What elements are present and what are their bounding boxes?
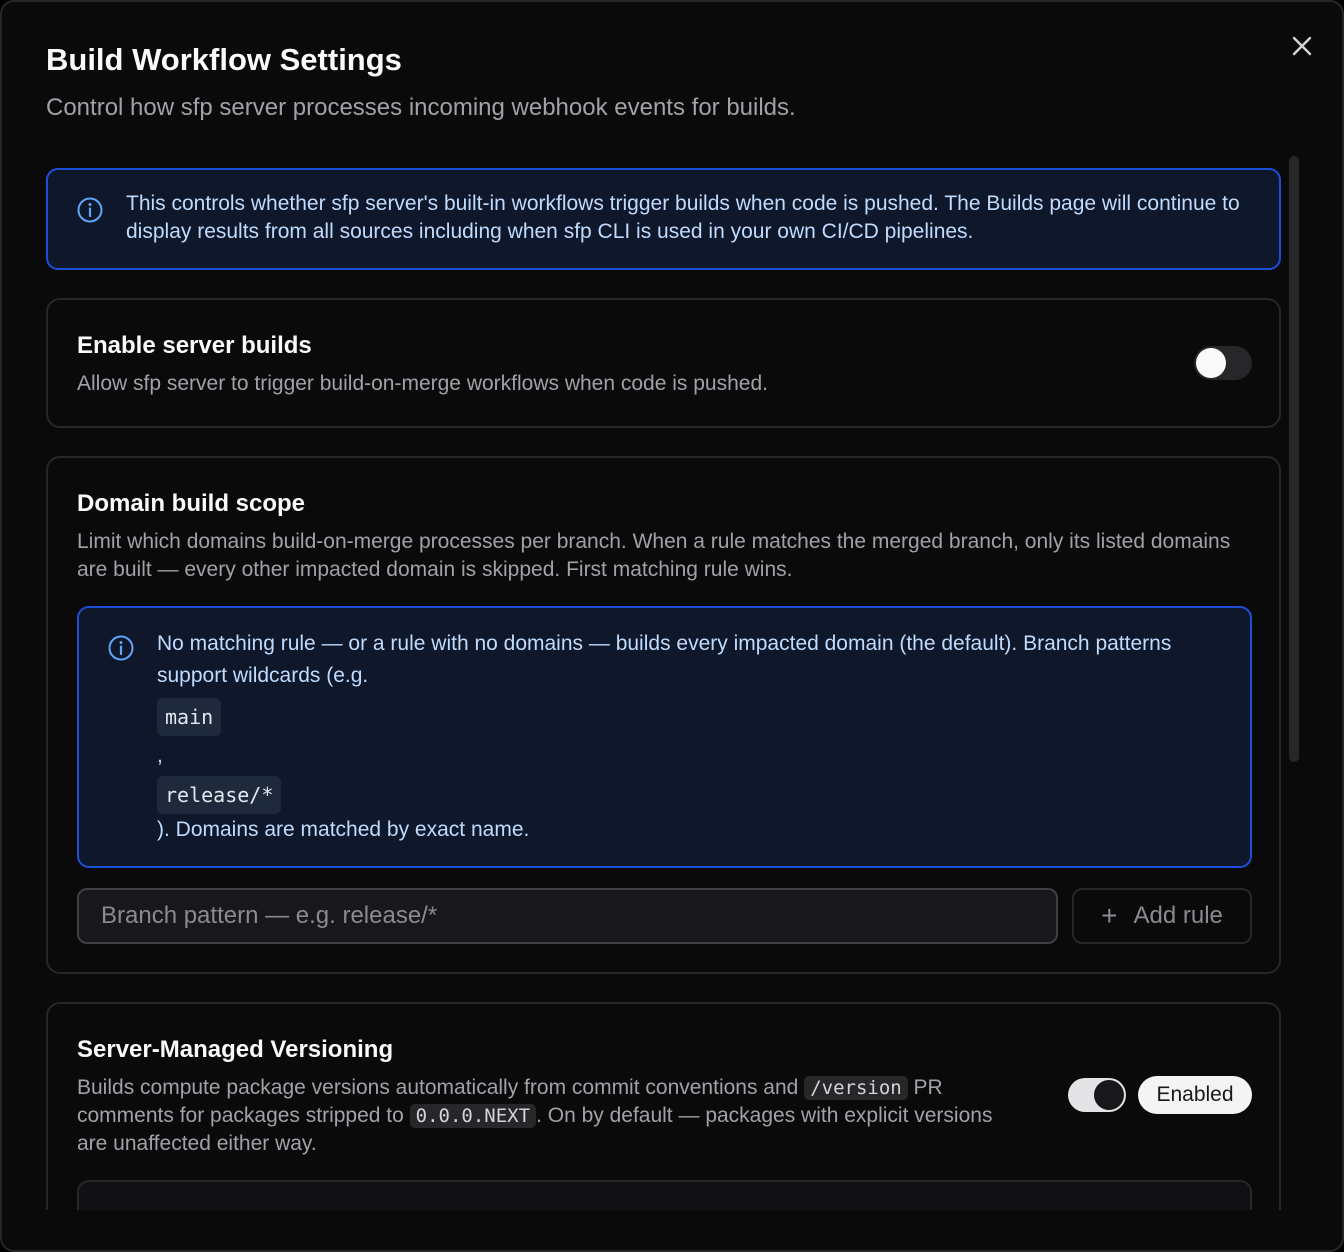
info-banner-text: This controls whether sfp server's built… bbox=[126, 192, 1240, 243]
domain-info-comma: , bbox=[157, 744, 163, 767]
versioning-toggle[interactable] bbox=[1068, 1078, 1126, 1112]
info-icon bbox=[107, 634, 135, 662]
add-rule-button[interactable]: + Add rule bbox=[1072, 888, 1252, 944]
settings-dialog: Build Workflow Settings Control how sfp … bbox=[0, 0, 1344, 1252]
info-icon bbox=[76, 196, 104, 224]
server-builds-card: Enable server builds Allow sfp server to… bbox=[46, 298, 1281, 428]
versioning-desc-text: Builds compute package versions automati… bbox=[77, 1076, 799, 1099]
server-builds-description: Allow sfp server to trigger build-on-mer… bbox=[77, 372, 768, 395]
domain-scope-title: Domain build scope bbox=[77, 490, 306, 517]
toggle-knob bbox=[1094, 1080, 1124, 1110]
toggle-knob bbox=[1196, 348, 1226, 378]
plus-icon: + bbox=[1101, 900, 1118, 931]
close-icon[interactable] bbox=[1286, 30, 1318, 62]
server-builds-title: Enable server builds bbox=[77, 332, 312, 359]
branch-pattern-input[interactable] bbox=[77, 888, 1058, 944]
info-banner: This controls whether sfp server's built… bbox=[46, 168, 1281, 270]
versioning-description: Builds compute package versions automati… bbox=[77, 1074, 1027, 1158]
dialog-subtitle: Control how sfp server processes incomin… bbox=[46, 94, 796, 121]
domain-info-line: No matching rule — or a rule with no dom… bbox=[157, 632, 1172, 687]
versioning-card: Server-Managed Versioning Builds compute… bbox=[46, 1002, 1281, 1210]
code-main: main bbox=[157, 698, 222, 736]
add-rule-label: Add rule bbox=[1133, 902, 1223, 929]
domain-scope-card: Domain build scope Limit which domains b… bbox=[46, 456, 1281, 974]
domain-scope-info: No matching rule — or a rule with no dom… bbox=[77, 606, 1252, 868]
dialog-title: Build Workflow Settings bbox=[46, 42, 402, 77]
settings-scroll-area: This controls whether sfp server's built… bbox=[2, 152, 1342, 1210]
code-next: 0.0.0.NEXT bbox=[409, 1104, 537, 1128]
versioning-subcard bbox=[77, 1180, 1252, 1210]
status-badge: Enabled bbox=[1138, 1076, 1252, 1114]
server-builds-toggle[interactable] bbox=[1194, 346, 1252, 380]
versioning-title: Server-Managed Versioning bbox=[77, 1036, 394, 1063]
domain-info-end: ). Domains are matched by exact name. bbox=[157, 818, 530, 841]
domain-scope-description: Limit which domains build-on-merge proce… bbox=[77, 530, 1231, 581]
code-version: /version bbox=[804, 1076, 908, 1100]
code-release: release/* bbox=[157, 776, 282, 814]
